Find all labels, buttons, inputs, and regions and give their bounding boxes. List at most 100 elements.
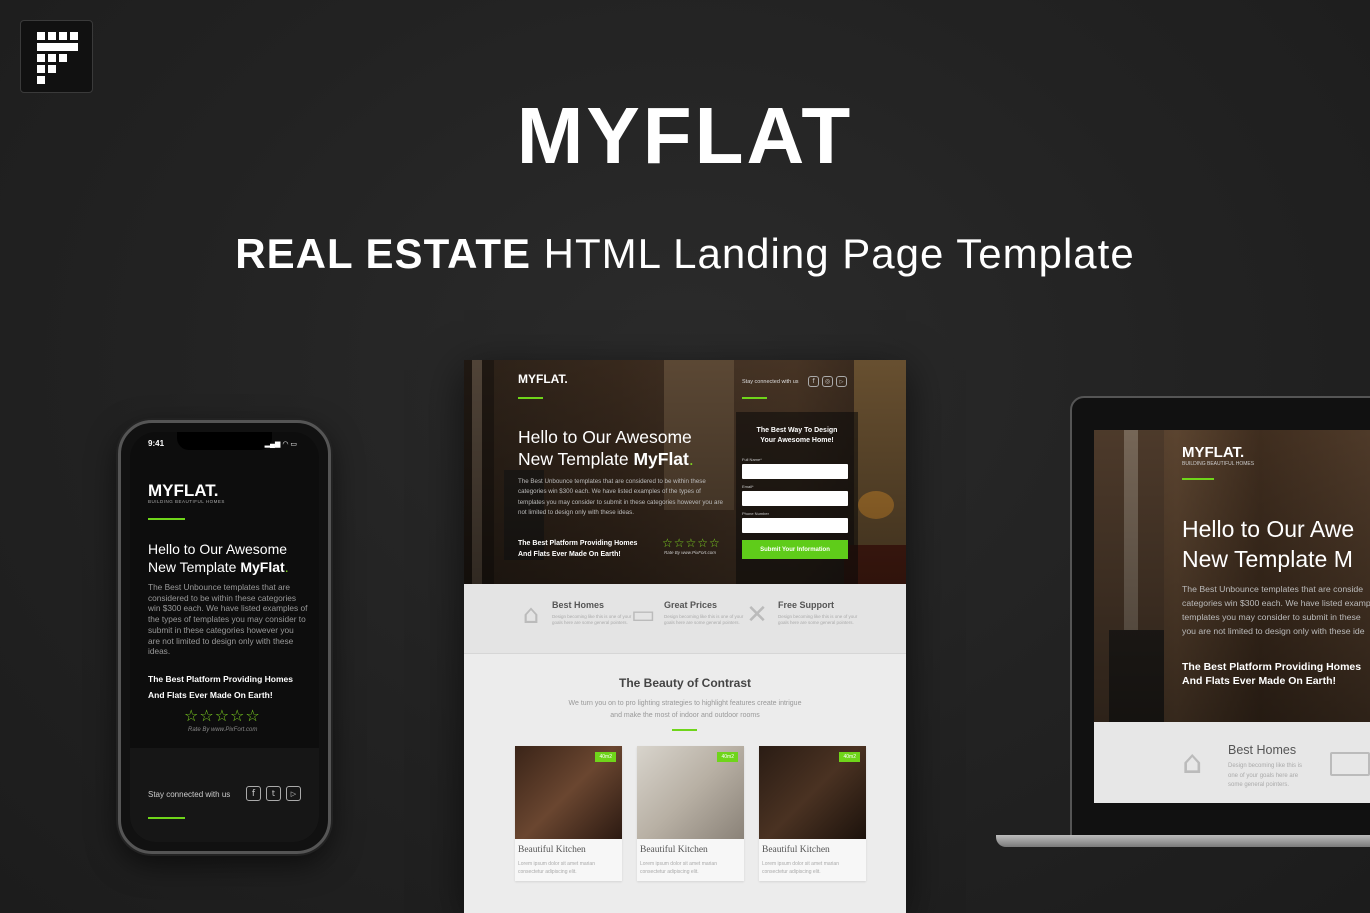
center-heading-line2: New Template (518, 449, 634, 469)
phone-tagline: The Best Platform Providing Homes And Fl… (148, 671, 313, 703)
phone-logo-text: MYFLAT. (148, 481, 219, 500)
property-card[interactable]: 40m2 Beautiful Kitchen Lorem ipsum dolor… (637, 746, 744, 881)
email-label: Email* (742, 484, 754, 489)
section-title: The Beauty of Contrast (618, 676, 751, 690)
center-heading-line1: Hello to Our Awesome (518, 427, 692, 447)
form-heading-line2: Your Awesome Home! (760, 437, 834, 444)
center-tagline-line2: And Flats Ever Made On Earth! (518, 551, 621, 558)
card-desc: Lorem ipsum dolor sit amet marian consec… (762, 861, 839, 875)
phone-heading-brand: MyFlat (240, 559, 285, 575)
hero-title: MYFLAT (516, 91, 854, 180)
center-rate-text: Rate By www.PixFort.com (664, 550, 717, 555)
card-title: Beautiful Kitchen (640, 845, 708, 855)
laptop-hero: MYFLAT. BUILDING BEAUTIFUL HOMES Hello t… (1094, 430, 1370, 722)
phone-rating-stars[interactable]: ☆☆☆☆☆ (184, 706, 261, 726)
center-logo[interactable]: MYFLAT. (518, 372, 568, 386)
submit-button[interactable]: Submit Your Information (742, 540, 848, 559)
laptop-heading: Hello to Our Awe New Template M (1182, 514, 1370, 574)
phone-divider (148, 518, 185, 520)
phone-footer-divider (148, 817, 185, 819)
phone-label: Phone Number (742, 511, 769, 516)
laptop-logo-divider (1182, 478, 1214, 480)
facebook-icon[interactable]: f (246, 786, 261, 801)
center-stay-connected: Stay connected with us (742, 379, 799, 385)
center-logo-divider (518, 397, 543, 399)
center-social-icons: f ◎ ▷ (808, 376, 847, 387)
center-tagline: The Best Platform Providing Homes And Fl… (518, 538, 668, 560)
feature-desc: Design becoming like this is one of your… (778, 614, 858, 625)
phone-notch (177, 432, 272, 450)
form-heading-line1: The Best Way To Design (756, 427, 838, 434)
center-heading: Hello to Our Awesome New Template MyFlat… (518, 426, 738, 470)
castle-logo-icon (37, 32, 78, 84)
form-heading: The Best Way To Design Your Awesome Home… (736, 426, 858, 446)
center-body-text: The Best Unbounce templates that are con… (518, 478, 723, 517)
property-card[interactable]: 40m2 Beautiful Kitchen Lorem ipsum dolor… (759, 746, 866, 881)
feature-title: Free Support (778, 600, 835, 610)
phone-rate-text: Rate By www.PixFort.com (188, 727, 258, 733)
card-title: Beautiful Kitchen (762, 845, 830, 855)
phone-status-icons: ▂▄▆ ◠ ▭ (264, 441, 297, 448)
phone-screen: 9:41 ▂▄▆ ◠ ▭ MYFLAT. BUILDING BEAUTIFUL … (130, 432, 319, 842)
phone-time: 9:41 (148, 439, 165, 448)
facebook-icon[interactable]: f (808, 376, 819, 387)
center-hero: MYFLAT. Stay connected with us f ◎ ▷ Hel… (464, 360, 906, 584)
center-stay-divider (742, 397, 767, 399)
youtube-icon[interactable]: ▷ (836, 376, 847, 387)
phone-heading-line2: New Template (148, 559, 241, 575)
phone-logo-sub: BUILDING BEAUTIFUL HOMES (148, 499, 225, 504)
phone-heading: Hello to Our Awesome New Template MyFlat… (148, 540, 313, 576)
features-bar: ⌂ Best Homes Design becoming like this i… (464, 584, 906, 654)
center-heading-brand: MyFlat (633, 449, 689, 469)
card-desc: Lorem ipsum dolor sit amet marian consec… (518, 861, 595, 875)
center-rating-stars[interactable]: ☆☆☆☆☆ (662, 536, 721, 550)
credit-card-icon: ▭ (630, 600, 656, 630)
full-name-input[interactable] (742, 464, 848, 479)
laptop-tagline: The Best Platform Providing Homes And Fl… (1182, 660, 1370, 688)
instagram-icon[interactable]: ◎ (822, 376, 833, 387)
laptop-logo-sub: BUILDING BEAUTIFUL HOMES (1182, 461, 1255, 467)
card-title: Beautiful Kitchen (518, 845, 586, 855)
laptop-heading-line2: New Template M (1182, 546, 1353, 572)
phone-input[interactable] (742, 518, 848, 533)
tools-icon: ✕ (746, 600, 768, 630)
card-desc: Lorem ipsum dolor sit amet marian consec… (640, 861, 717, 875)
section-desc: We turn you on to pro lighting strategie… (568, 700, 802, 719)
property-cards: 40m2 Beautiful Kitchen Lorem ipsum dolor… (515, 746, 866, 881)
feature-desc: Design becoming like this is one of your… (552, 614, 632, 625)
laptop-feature-title: Best Homes (1228, 743, 1297, 757)
center-tagline-line1: The Best Platform Providing Homes (518, 540, 638, 547)
phone-social-icons: f t ▷ (246, 786, 301, 801)
center-heading-dot: . (688, 449, 694, 469)
laptop-screen: MYFLAT. BUILDING BEAUTIFUL HOMES Hello t… (1094, 430, 1370, 803)
house-icon: ⌂ (522, 600, 540, 630)
house-icon: ⌂ (1182, 743, 1203, 781)
hero-subtitle: REAL ESTATE HTML Landing Page Template (0, 230, 1370, 278)
feature-title: Best Homes (552, 600, 605, 610)
laptop-tagline-line1: The Best Platform Providing Homes (1182, 661, 1362, 673)
brand-logo[interactable] (20, 20, 93, 93)
laptop-feature-desc: Design becoming like this is one of your… (1228, 763, 1303, 788)
full-name-label: Full Name* (742, 457, 762, 462)
laptop-base (996, 835, 1370, 847)
phone-logo[interactable]: MYFLAT. (148, 481, 219, 501)
phone-stay-connected: Stay connected with us (148, 790, 231, 799)
email-input[interactable] (742, 491, 848, 506)
youtube-icon[interactable]: ▷ (286, 786, 301, 801)
laptop-logo[interactable]: MYFLAT. (1182, 444, 1244, 461)
property-card[interactable]: 40m2 Beautiful Kitchen Lorem ipsum dolor… (515, 746, 622, 881)
phone-tagline-line2: And Flats Ever Made On Earth! (148, 690, 273, 700)
feature-title: Great Prices (664, 600, 718, 610)
phone-body-text: The Best Unbounce templates that are con… (148, 582, 308, 657)
twitter-icon[interactable]: t (266, 786, 281, 801)
desktop-page-preview: MYFLAT. Stay connected with us f ◎ ▷ Hel… (464, 360, 906, 913)
hero-subtitle-bold: REAL ESTATE (235, 230, 531, 277)
phone-tagline-line1: The Best Platform Providing Homes (148, 674, 293, 684)
phone-heading-dot: . (284, 559, 289, 575)
phone-heading-line1: Hello to Our Awesome (148, 541, 288, 557)
signup-form: The Best Way To Design Your Awesome Home… (736, 412, 858, 584)
area-badge: 40m2 (717, 752, 738, 762)
area-badge: 40m2 (839, 752, 860, 762)
hero-subtitle-rest: HTML Landing Page Template (531, 230, 1135, 277)
feature-desc: Design becoming like this is one of your… (664, 614, 744, 625)
